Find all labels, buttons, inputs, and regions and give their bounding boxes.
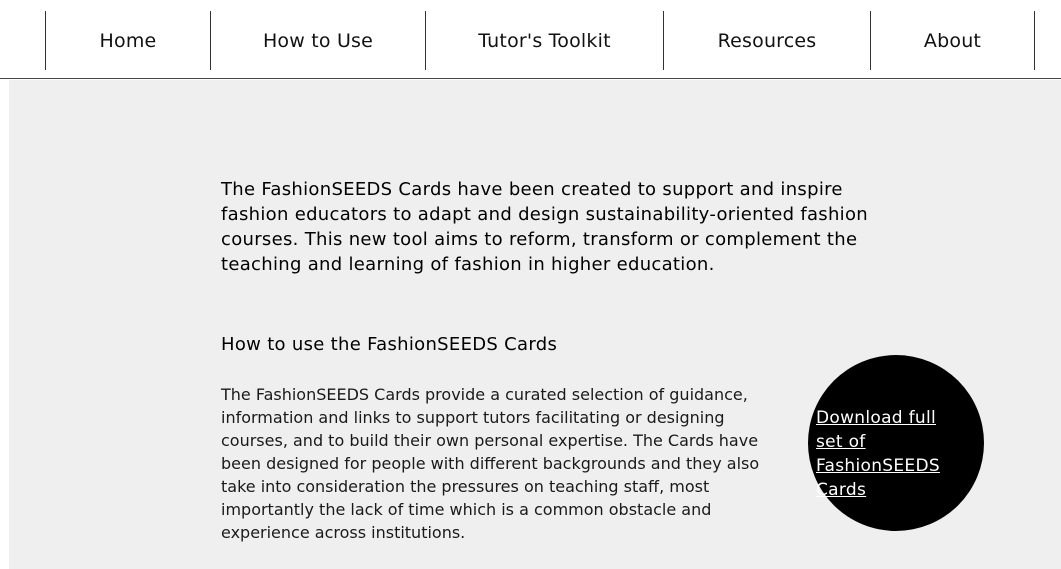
section-heading: How to use the FashionSEEDS Cards [221, 334, 558, 355]
page: Home How to Use Tutor's Toolkit Resource… [0, 0, 1061, 569]
nav-divider [1034, 11, 1035, 70]
nav-item-how-to-use[interactable]: How to Use [211, 11, 425, 70]
nav-item-home[interactable]: Home [46, 11, 210, 70]
intro-paragraph: The FashionSEEDS Cards have been created… [221, 179, 868, 275]
download-cards-link[interactable]: Download full set of FashionSEEDS Cards [816, 406, 961, 502]
main-content: The FashionSEEDS Cards have been created… [9, 80, 1061, 569]
nav-item-tutors-toolkit[interactable]: Tutor's Toolkit [426, 11, 663, 70]
how-to-use-paragraph: The FashionSEEDS Cards provide a curated… [221, 385, 760, 542]
download-cards-button[interactable]: Download full set of FashionSEEDS Cards [808, 355, 984, 531]
nav-item-about[interactable]: About [871, 11, 1034, 70]
nav-item-resources[interactable]: Resources [664, 11, 870, 70]
top-navigation: Home How to Use Tutor's Toolkit Resource… [0, 0, 1061, 79]
